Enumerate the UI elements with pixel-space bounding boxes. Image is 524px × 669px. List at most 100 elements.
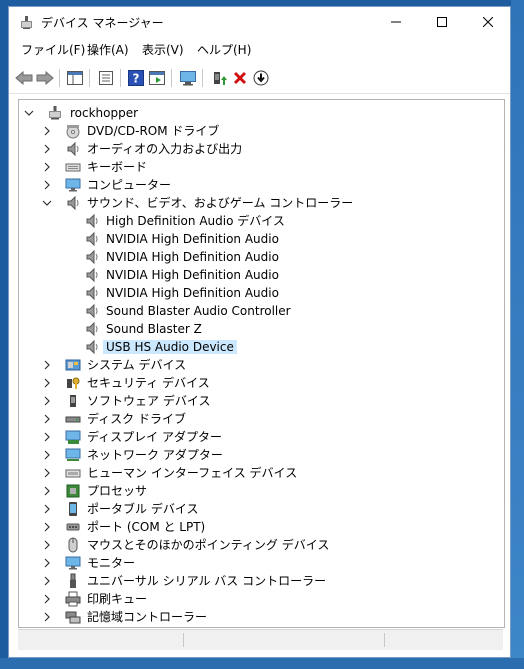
tree-item-label: セキュリティ デバイス (87, 376, 210, 390)
tree-category[interactable]: マウスとそのほかのポインティング デバイス (19, 536, 504, 554)
chevron-right-icon[interactable] (42, 593, 52, 605)
tree-category[interactable]: 印刷キュー (19, 590, 504, 608)
tree-item-label: オーディオの入力および出力 (87, 142, 243, 156)
back-button[interactable] (15, 69, 33, 87)
chevron-right-icon[interactable] (42, 161, 52, 173)
tree-category[interactable]: プロセッサ (19, 482, 504, 500)
chevron-right-icon[interactable] (42, 557, 52, 569)
speaker-icon (86, 285, 98, 301)
tree-category[interactable]: ネットワーク アダプター (19, 446, 504, 464)
chevron-right-icon[interactable] (42, 413, 52, 425)
forward-button[interactable] (36, 69, 54, 87)
storage-controller-icon (65, 611, 81, 624)
chevron-right-icon[interactable] (42, 359, 52, 371)
close-button[interactable] (465, 7, 511, 37)
device-tree[interactable]: rockhopper DVD/CD-ROM ドライブオーディオの入力および出力キ… (18, 99, 505, 628)
tree-device[interactable]: NVIDIA High Definition Audio (19, 230, 504, 248)
chevron-right-icon[interactable] (42, 503, 52, 515)
tree-item-label: コンピューター (87, 178, 172, 192)
chevron-right-icon[interactable] (42, 431, 52, 443)
chevron-down-icon[interactable] (24, 107, 34, 119)
tree-device[interactable]: NVIDIA High Definition Audio (19, 248, 504, 266)
tree-item-label: キーボード (87, 160, 148, 174)
tree-device[interactable]: High Definition Audio デバイス (19, 212, 504, 230)
menu-file[interactable]: ファイル(F) (21, 41, 85, 58)
tree-category[interactable]: ディスプレイ アダプター (19, 428, 504, 446)
tree-category[interactable]: ディスク ドライブ (19, 410, 504, 428)
chevron-right-icon[interactable] (42, 143, 52, 155)
tree-category[interactable]: ヒューマン インターフェイス デバイス (19, 464, 504, 482)
tree-category[interactable]: コンピューター (19, 176, 504, 194)
uninstall-device-button[interactable] (231, 69, 249, 87)
chevron-right-icon[interactable] (42, 485, 52, 497)
menu-help[interactable]: ヘルプ(H) (197, 41, 251, 58)
tree-device[interactable]: Sound Blaster Z (19, 320, 504, 338)
tree-item-label: High Definition Audio デバイス (106, 214, 285, 228)
chevron-right-icon[interactable] (42, 377, 52, 389)
speaker-icon (86, 339, 98, 355)
software-device-icon (70, 395, 76, 407)
properties-button[interactable] (97, 69, 115, 87)
menu-view[interactable]: 表示(V) (142, 41, 184, 58)
chevron-right-icon[interactable] (42, 179, 52, 191)
chevron-right-icon[interactable] (42, 125, 52, 137)
processor-icon (66, 484, 80, 498)
hid-icon (65, 469, 81, 478)
action-pane-button[interactable] (148, 69, 166, 87)
tree-category[interactable]: キーボード (19, 158, 504, 176)
speaker-icon (86, 213, 98, 229)
tree-category[interactable]: ポート (COM と LPT) (19, 518, 504, 536)
keyboard-icon (65, 163, 81, 172)
tree-category[interactable]: オーディオの入力および出力 (19, 140, 504, 158)
speaker-icon (67, 141, 79, 157)
desktop-background-bottom (0, 658, 524, 669)
disable-device-button[interactable] (252, 69, 270, 87)
help-button[interactable]: ? (127, 69, 145, 87)
device-manager-window: デバイス マネージャー ファイル(F) 操作(A) 表示(V) ヘルプ(H) ?… (8, 6, 511, 658)
tree-category[interactable]: ポータブル デバイス (19, 500, 504, 518)
tree-category[interactable]: DVD/CD-ROM ドライブ (19, 122, 504, 140)
title-bar[interactable]: デバイス マネージャー (9, 7, 510, 37)
tree-item-label: サウンド、ビデオ、およびゲーム コントローラー (87, 196, 354, 210)
chevron-right-icon[interactable] (42, 611, 52, 623)
chevron-right-icon[interactable] (42, 521, 52, 533)
minimize-button[interactable] (373, 7, 419, 37)
chevron-down-icon[interactable] (42, 197, 52, 209)
tree-item-label: ディスク ドライブ (87, 412, 186, 426)
tree-root[interactable]: rockhopper (19, 104, 504, 122)
tree-item-label: USB HS Audio Device (103, 340, 237, 354)
update-driver-button[interactable] (210, 69, 228, 87)
tree-item-label: Sound Blaster Z (106, 322, 202, 336)
tree-device[interactable]: USB HS Audio Device (19, 338, 504, 356)
scan-hardware-icon (180, 71, 196, 86)
show-hide-console-tree-button[interactable] (66, 69, 84, 87)
chevron-right-icon[interactable] (42, 449, 52, 461)
scan-hardware-button[interactable] (179, 69, 197, 87)
chevron-right-icon[interactable] (42, 575, 52, 587)
disable-device-icon (253, 70, 269, 86)
tree-category[interactable]: セキュリティ デバイス (19, 374, 504, 392)
chevron-right-icon[interactable] (42, 395, 52, 407)
tree-item-label: NVIDIA High Definition Audio (106, 286, 279, 300)
port-icon (66, 523, 80, 531)
maximize-button[interactable] (419, 7, 465, 37)
tree-category[interactable]: システム デバイス (19, 356, 504, 374)
tree-item-label: Sound Blaster Audio Controller (106, 304, 291, 318)
tree-category[interactable]: 記憶域コントローラー (19, 608, 504, 626)
tree-device[interactable]: Sound Blaster Audio Controller (19, 302, 504, 320)
tree-category[interactable]: ユニバーサル シリアル バス コントローラー (19, 572, 504, 590)
menu-action[interactable]: 操作(A) (87, 41, 129, 58)
tree-category[interactable]: ソフトウェア デバイス (19, 392, 504, 410)
usb-icon (70, 573, 76, 588)
chevron-right-icon[interactable] (42, 467, 52, 479)
tree-device[interactable]: NVIDIA High Definition Audio (19, 284, 504, 302)
tree-item-label: 記憶域コントローラー (87, 610, 208, 624)
tree-item-label: NVIDIA High Definition Audio (106, 232, 279, 246)
tree-device[interactable]: NVIDIA High Definition Audio (19, 266, 504, 284)
chevron-right-icon[interactable] (42, 539, 52, 551)
tree-item-label: システム デバイス (87, 358, 187, 372)
toolbar-separator (59, 69, 60, 87)
tree-category[interactable]: モニター (19, 554, 504, 572)
tree-category[interactable]: サウンド、ビデオ、およびゲーム コントローラー (19, 194, 504, 212)
device-manager-app-icon (21, 16, 32, 29)
